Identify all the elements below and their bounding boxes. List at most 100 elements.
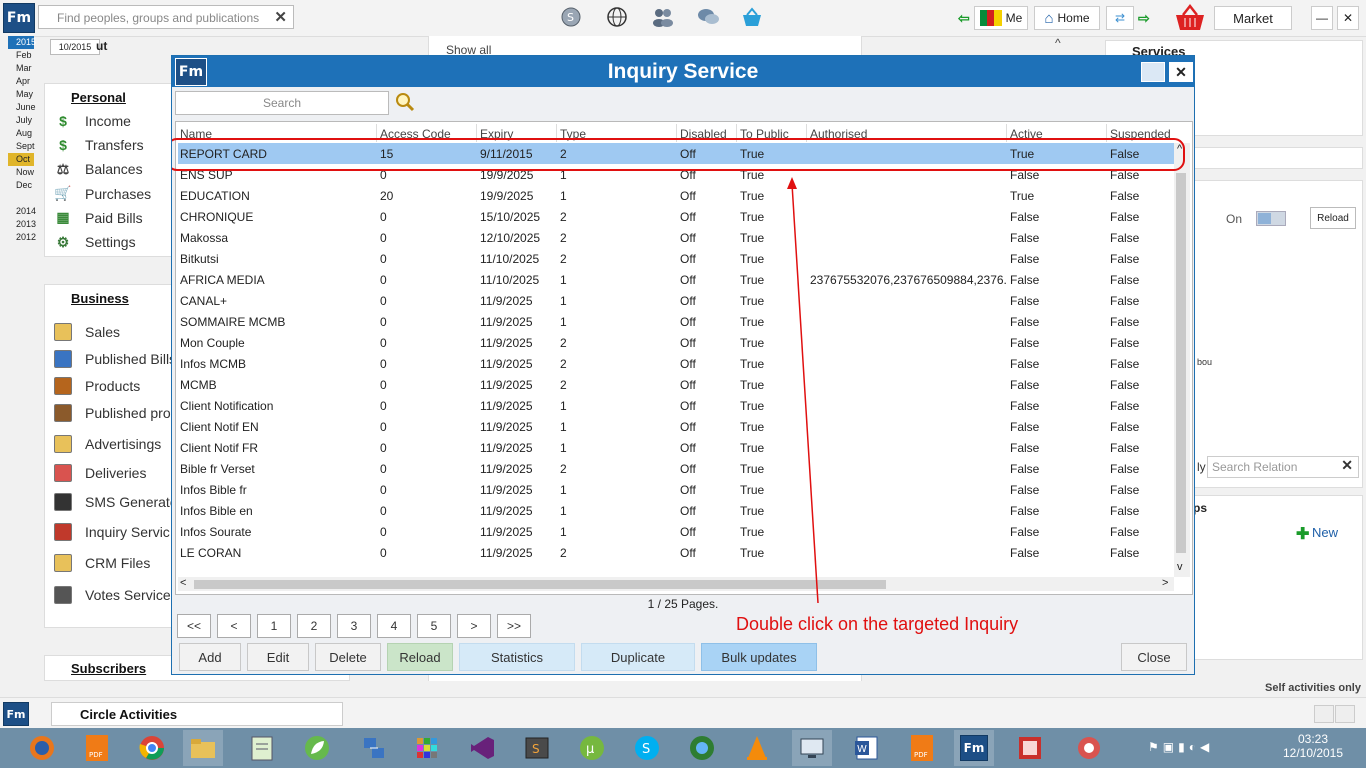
back-arrow-icon[interactable]: ⇦ bbox=[958, 10, 970, 27]
month-item[interactable]: May bbox=[8, 88, 34, 101]
month-item[interactable]: Now bbox=[8, 166, 34, 179]
month-item[interactable] bbox=[8, 192, 34, 205]
business-title[interactable]: Business bbox=[71, 291, 129, 306]
next-page-button[interactable]: > bbox=[457, 614, 491, 638]
forward-arrow-icon[interactable]: ⇨ bbox=[1138, 10, 1150, 27]
leaf-app-icon[interactable] bbox=[297, 730, 337, 766]
tray-overflow-icon[interactable] bbox=[1070, 730, 1110, 766]
month-item[interactable]: 2012 bbox=[8, 231, 36, 244]
visual-studio-icon[interactable] bbox=[462, 730, 502, 766]
close-window-button[interactable]: ✕ bbox=[1337, 6, 1359, 30]
edit-button[interactable]: Edit bbox=[247, 643, 309, 671]
search-relation-input[interactable]: Search Relation ✕ bbox=[1207, 456, 1359, 478]
nav-personal-balances[interactable]: ⚖ Balances bbox=[53, 160, 143, 178]
month-item[interactable]: Apr bbox=[8, 75, 34, 88]
market-basket-icon[interactable] bbox=[1173, 2, 1207, 32]
prev-page-button[interactable]: < bbox=[217, 614, 251, 638]
month-item[interactable]: Mar bbox=[8, 62, 34, 75]
month-item[interactable]: 2013 bbox=[8, 218, 36, 231]
fm-taskbar-icon[interactable]: Fm bbox=[954, 730, 994, 766]
nav-business-votes-service[interactable]: Votes Service bbox=[53, 586, 171, 604]
nav-business-sms-generato[interactable]: SMS Generato bbox=[53, 493, 178, 511]
me-button[interactable]: Me bbox=[974, 6, 1028, 30]
page-4-button[interactable]: 4 bbox=[377, 614, 411, 638]
page-3-button[interactable]: 3 bbox=[337, 614, 371, 638]
pdf-creator-2-icon[interactable]: PDF bbox=[902, 730, 942, 766]
last-page-button[interactable]: >> bbox=[497, 614, 531, 638]
vlc-icon[interactable] bbox=[737, 730, 777, 766]
system-tray-icons[interactable]: ⚑▣▮◐◀ bbox=[1148, 740, 1213, 754]
app-logo[interactable]: Fm bbox=[3, 3, 35, 33]
basket-icon[interactable] bbox=[739, 5, 765, 29]
circle-activities-box[interactable]: Circle Activities bbox=[51, 702, 343, 726]
skype-icon[interactable]: S bbox=[627, 730, 667, 766]
statistics-button[interactable]: Statistics bbox=[459, 643, 575, 671]
home-button[interactable]: ⌂ Home bbox=[1034, 6, 1100, 30]
right-reload-button[interactable]: Reload bbox=[1310, 207, 1356, 229]
chat-icon[interactable] bbox=[695, 5, 721, 29]
nav-business-published-prod[interactable]: Published prod bbox=[53, 404, 178, 422]
reload-button[interactable]: Reload bbox=[387, 643, 453, 671]
bottom-toggle-left[interactable] bbox=[1314, 705, 1334, 723]
market-button[interactable]: Market bbox=[1214, 6, 1292, 30]
nav-personal-paid-bills[interactable]: ▦ Paid Bills bbox=[53, 209, 142, 227]
add-icon[interactable]: ✚ bbox=[1296, 524, 1309, 544]
nav-business-crm-files[interactable]: CRM Files bbox=[53, 554, 150, 572]
nav-business-inquiry-servic[interactable]: Inquiry Servic bbox=[53, 523, 170, 541]
global-search-input[interactable]: Find peoples, groups and publications ✕ bbox=[38, 5, 294, 29]
month-item[interactable]: 2015 bbox=[8, 36, 36, 49]
notepad-icon[interactable] bbox=[242, 730, 282, 766]
firefox-icon[interactable] bbox=[22, 730, 62, 766]
switch-icon[interactable]: ⇄ bbox=[1106, 6, 1134, 30]
file-explorer-icon[interactable] bbox=[183, 730, 223, 766]
clear-relation-icon[interactable]: ✕ bbox=[1341, 457, 1353, 474]
month-item[interactable]: June bbox=[8, 101, 36, 114]
month-item[interactable]: 2014 bbox=[8, 205, 36, 218]
month-item[interactable]: Aug bbox=[8, 127, 34, 140]
bottom-toggle-right[interactable] bbox=[1335, 705, 1355, 723]
nav-business-sales[interactable]: Sales bbox=[53, 323, 120, 341]
chrome-icon[interactable] bbox=[132, 730, 172, 766]
page-1-button[interactable]: 1 bbox=[257, 614, 291, 638]
pdf-creator-icon[interactable]: PDF bbox=[77, 730, 117, 766]
nav-personal-settings[interactable]: ⚙ Settings bbox=[53, 233, 136, 251]
nav-business-products[interactable]: Products bbox=[53, 377, 140, 395]
month-item[interactable]: Feb bbox=[8, 49, 34, 62]
delete-button[interactable]: Delete bbox=[315, 643, 381, 671]
nav-personal-purchases[interactable]: 🛒 Purchases bbox=[53, 185, 151, 203]
utorrent-icon[interactable]: µ bbox=[572, 730, 612, 766]
people-icon[interactable] bbox=[650, 5, 676, 29]
nav-personal-income[interactable]: $ Income bbox=[53, 112, 131, 130]
bulk-updates-button[interactable]: Bulk updates bbox=[701, 643, 817, 671]
clock[interactable]: 03:23 12/10/2015 bbox=[1280, 732, 1346, 760]
page-2-button[interactable]: 2 bbox=[297, 614, 331, 638]
personal-title[interactable]: Personal bbox=[71, 90, 126, 105]
sublime-icon[interactable]: S bbox=[517, 730, 557, 766]
collapse-icon[interactable]: ^ bbox=[1055, 36, 1061, 50]
subscribers-title[interactable]: Subscribers bbox=[71, 661, 146, 676]
remote-desktop-icon[interactable] bbox=[792, 730, 832, 766]
apps-grid-icon[interactable] bbox=[407, 730, 447, 766]
bottom-app-logo[interactable]: Fm bbox=[3, 702, 29, 726]
presentation-icon[interactable] bbox=[1010, 730, 1050, 766]
page-5-button[interactable]: 5 bbox=[417, 614, 451, 638]
duplicate-button[interactable]: Duplicate bbox=[581, 643, 695, 671]
new-link[interactable]: New bbox=[1312, 525, 1338, 540]
minimize-button[interactable]: — bbox=[1311, 6, 1333, 30]
add-button[interactable]: Add bbox=[179, 643, 241, 671]
close-button[interactable]: Close bbox=[1121, 643, 1187, 671]
nav-business-published-bills[interactable]: Published Bills bbox=[53, 350, 176, 368]
month-item[interactable]: Oct bbox=[8, 153, 34, 166]
idm-icon[interactable] bbox=[682, 730, 722, 766]
network-tool-icon[interactable] bbox=[354, 730, 394, 766]
nav-business-advertisings[interactable]: Advertisings bbox=[53, 435, 161, 453]
nav-business-deliveries[interactable]: Deliveries bbox=[53, 464, 146, 482]
word-icon[interactable]: W bbox=[847, 730, 887, 766]
on-toggle[interactable] bbox=[1256, 211, 1286, 226]
month-item[interactable]: July bbox=[8, 114, 34, 127]
sms-icon[interactable]: S bbox=[558, 5, 584, 29]
nav-personal-transfers[interactable]: $ Transfers bbox=[53, 136, 144, 154]
date-chip[interactable]: 10/2015 bbox=[50, 39, 100, 55]
month-item[interactable]: Dec bbox=[8, 179, 34, 192]
clear-search-icon[interactable]: ✕ bbox=[274, 8, 287, 26]
